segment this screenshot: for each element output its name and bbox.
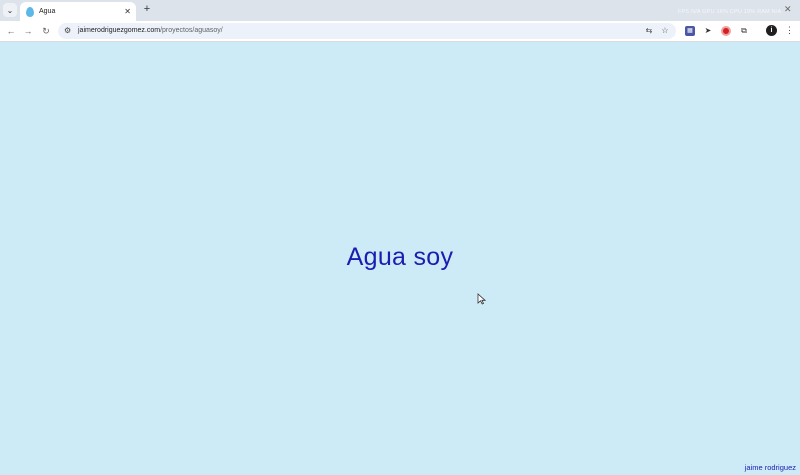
page-title: Agua soy <box>346 243 454 271</box>
tab-title: Agua <box>39 8 56 15</box>
reload-button[interactable]: ↻ <box>40 25 52 37</box>
system-overlay: FPS N/A GPU 16% CPU 19% RAM N/A <box>678 9 782 15</box>
url-path: /proyectos/aguasoy/ <box>160 27 223 34</box>
site-info-icon[interactable]: ⚙ <box>64 26 71 35</box>
record-icon[interactable] <box>721 26 731 36</box>
forward-button[interactable]: → <box>22 25 34 37</box>
url-text: jaimerodriguezgomez.com/proyectos/aguaso… <box>78 27 223 34</box>
back-button[interactable]: ← <box>5 25 17 37</box>
tab-strip: ⌄ Agua ✕ + FPS N/A GPU 16% CPU 19% RAM N… <box>0 0 800 21</box>
author-link[interactable]: jaime rodriguez <box>745 463 796 472</box>
chevron-down-icon: ⌄ <box>6 5 14 15</box>
extensions-puzzle-icon[interactable]: ⧉ <box>739 26 749 36</box>
tab-search-button[interactable]: ⌄ <box>3 3 17 17</box>
window-close-icon[interactable]: ✕ <box>784 4 792 15</box>
menu-dots-icon[interactable]: ⋮ <box>785 25 794 36</box>
page-content: Agua soy jaime rodriguez <box>0 43 800 475</box>
bookmark-star-icon[interactable]: ☆ <box>660 26 670 36</box>
water-drop-icon <box>26 6 34 17</box>
translate-icon[interactable]: ⇆ <box>644 26 654 36</box>
profile-avatar[interactable]: i <box>766 25 777 36</box>
url-domain: jaimerodriguezgomez.com <box>78 27 161 34</box>
address-bar[interactable]: ⚙ jaimerodriguezgomez.com/proyectos/agua… <box>58 23 676 39</box>
browser-tab[interactable]: Agua ✕ <box>20 2 136 21</box>
extension-grid-icon[interactable]: ▦ <box>685 26 695 36</box>
browser-toolbar: ← → ↻ ⚙ jaimerodriguezgomez.com/proyecto… <box>0 21 800 42</box>
send-icon[interactable]: ➤ <box>703 26 713 36</box>
new-tab-button[interactable]: + <box>141 3 153 15</box>
close-icon[interactable]: ✕ <box>124 7 131 16</box>
mouse-cursor-icon <box>477 293 486 305</box>
